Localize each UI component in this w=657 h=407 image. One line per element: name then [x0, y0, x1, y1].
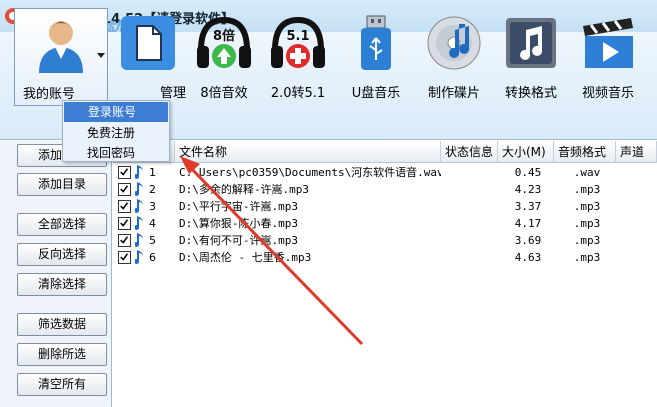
row-format: .mp3: [573, 251, 601, 264]
row-status: [445, 181, 498, 198]
checkmark-icon: [120, 185, 129, 193]
column-header-status[interactable]: 状态信息: [441, 141, 498, 163]
toolbar-manage-label: 管理: [159, 86, 186, 101]
row-index: 4: [149, 217, 156, 230]
music-note-icon: [135, 199, 143, 213]
menu-item-login[interactable]: 登录账号: [64, 102, 168, 122]
row-format: .mp3: [573, 217, 601, 230]
music-note-icon: [135, 165, 143, 179]
table-row[interactable]: 5 D:\有何不可-许嵩.mp3 3.69 .mp3: [113, 232, 657, 249]
column-header-size[interactable]: 大小(M): [498, 141, 554, 163]
row-filename: D:\周杰伦 - 七里香.mp3: [179, 251, 312, 264]
toolbar-8x-effect-label: 8倍音效: [200, 86, 248, 101]
toolbar-video-music-label: 视频音乐: [581, 86, 634, 101]
row-filename: D:\算你狠-陈小春.mp3: [179, 217, 298, 230]
checkmark-icon: [120, 219, 129, 227]
toolbar-8x-effect-button[interactable]: 8倍 8倍音效: [188, 8, 260, 106]
toolbar-usb-music-button[interactable]: U盘音乐: [338, 8, 414, 106]
toolbar-convert-format-label: 转换格式: [504, 86, 557, 101]
row-checkbox[interactable]: [118, 217, 131, 230]
filter-data-button[interactable]: 筛选数据: [17, 313, 107, 336]
row-status: [445, 249, 498, 266]
row-index: 5: [149, 234, 156, 247]
clear-all-button[interactable]: 清空所有: [17, 373, 107, 396]
my-account-button[interactable]: 我的账号: [14, 8, 108, 106]
table-row[interactable]: 1 C:\Users\pc0359\Documents\河东软件语音.wav 0.4…: [113, 164, 657, 181]
row-index: 6: [149, 251, 156, 264]
checkmark-icon: [120, 168, 129, 176]
select-all-button[interactable]: 全部选择: [17, 213, 107, 236]
row-status: [445, 164, 498, 181]
row-size: 4.17: [514, 217, 542, 230]
account-dropdown-menu: 登录账号 免费注册 找回密码: [62, 100, 170, 162]
clapperboard-icon: [583, 18, 633, 68]
checkmark-icon: [120, 253, 129, 261]
table-header: 文件名称 状态信息 大小(M) 音频格式 声道: [113, 141, 657, 163]
row-format: .wav: [573, 166, 601, 179]
row-checkbox[interactable]: [118, 234, 131, 247]
toolbar-manage-button[interactable]: 管理: [108, 8, 188, 106]
column-header-channel[interactable]: 声道: [616, 141, 657, 163]
row-filename: D:\平行宇宙-许嵩.mp3: [179, 200, 298, 213]
row-size: 3.69: [514, 234, 542, 247]
row-size: 0.45: [514, 166, 542, 179]
usb-drive-icon: [361, 15, 391, 70]
table-row[interactable]: 4 D:\算你狠-陈小春.mp3 4.17 .mp3: [113, 215, 657, 232]
row-format: .mp3: [573, 200, 601, 213]
toolbar-burn-disc-button[interactable]: 制作碟片: [416, 8, 492, 106]
headphones-5-1-badge: 5.1: [286, 29, 309, 44]
toolbar-convert-5-1-label: 2.0转5.1: [270, 86, 326, 101]
clear-selection-button[interactable]: 清除选择: [17, 273, 107, 296]
column-header-format[interactable]: 音频格式: [554, 141, 616, 163]
toolbar-convert-format-button[interactable]: 转换格式: [494, 8, 568, 106]
table-row[interactable]: 3 D:\平行宇宙-许嵩.mp3 3.37 .mp3: [113, 198, 657, 215]
headphones-5-1-icon: 5.1: [271, 16, 325, 68]
music-note-icon: [135, 250, 143, 264]
file-table: 文件名称 状态信息 大小(M) 音频格式 声道 1 C:\Users\pc0359…: [113, 141, 657, 407]
row-size: 4.23: [514, 183, 542, 196]
toolbar-burn-disc-label: 制作碟片: [427, 86, 480, 101]
row-index: 1: [149, 166, 156, 179]
toolbar-video-music-button[interactable]: 视频音乐: [570, 8, 646, 106]
row-filename: D:\多余的解释-许嵩.mp3: [179, 183, 309, 196]
headphones-8x-badge: 8倍: [213, 28, 235, 44]
toolbar-convert-5-1-button[interactable]: 5.1 2.0转5.1: [260, 8, 336, 106]
add-folder-button[interactable]: 添加目录: [17, 173, 107, 196]
row-checkbox[interactable]: [118, 251, 131, 264]
chevron-down-icon[interactable]: [97, 53, 105, 58]
row-status: [445, 198, 498, 215]
row-status: [445, 215, 498, 232]
music-note-icon: [135, 216, 143, 230]
table-row[interactable]: 6 D:\周杰伦 - 七里香.mp3 4.63 .mp3: [113, 249, 657, 266]
row-format: .mp3: [573, 234, 601, 247]
row-filename: C:\Users\pc0359\Documents\河东软件语音.wav: [179, 166, 441, 179]
headphones-8x-icon: 8倍: [197, 16, 251, 68]
toolbar-usb-music-label: U盘音乐: [351, 86, 401, 101]
document-icon: [121, 16, 175, 70]
row-size: 4.63: [514, 251, 542, 264]
row-size: 3.37: [514, 200, 542, 213]
row-status: [445, 232, 498, 249]
column-header-filename[interactable]: 文件名称: [175, 141, 441, 163]
row-checkbox[interactable]: [118, 166, 131, 179]
checkmark-icon: [120, 202, 129, 210]
delete-selected-button[interactable]: 删除所选: [17, 343, 107, 366]
checkmark-icon: [120, 236, 129, 244]
row-checkbox[interactable]: [118, 200, 131, 213]
music-note-icon: [135, 233, 143, 247]
music-note-icon: [135, 182, 143, 196]
row-index: 3: [149, 200, 156, 213]
left-panel: 添加文件 添加目录 全部选择 反向选择 清除选择 筛选数据 删除所选 清空所有: [0, 141, 112, 407]
row-format: .mp3: [573, 183, 601, 196]
row-checkbox[interactable]: [118, 183, 131, 196]
menu-item-register[interactable]: 免费注册: [63, 123, 169, 143]
table-row[interactable]: 2 D:\多余的解释-许嵩.mp3 4.23 .mp3: [113, 181, 657, 198]
user-avatar-icon: [39, 21, 83, 73]
music-disc-icon: [427, 16, 481, 70]
row-index: 2: [149, 183, 156, 196]
menu-item-recover-password[interactable]: 找回密码: [63, 143, 169, 163]
invert-selection-button[interactable]: 反向选择: [17, 243, 107, 266]
row-filename: D:\有何不可-许嵩.mp3: [179, 234, 298, 247]
music-note-icon: [506, 18, 556, 68]
